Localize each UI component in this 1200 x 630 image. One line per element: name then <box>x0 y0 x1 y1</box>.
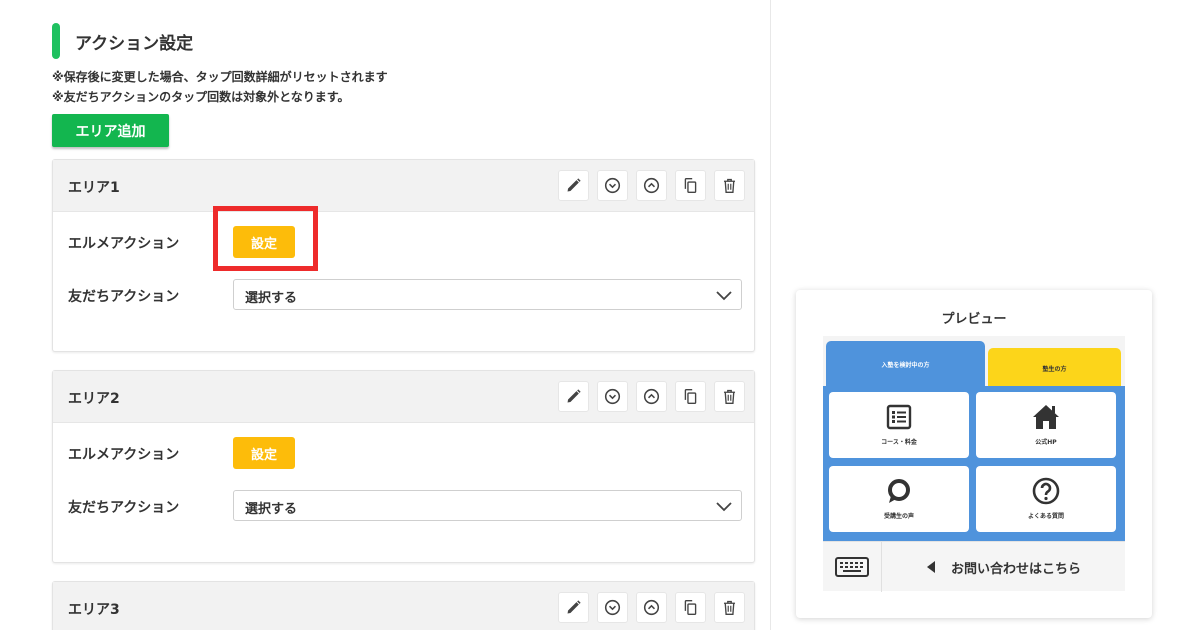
area-card-1: エリア1 エルメアクション 設定 友だちアクション 選択する <box>52 159 755 352</box>
area-header: エリア2 <box>53 371 754 423</box>
trash-icon <box>723 389 736 404</box>
trash-icon <box>723 600 736 615</box>
menu-card-official-hp[interactable]: 公式HP <box>976 392 1116 458</box>
menu-card-course[interactable]: コース・料金 <box>829 392 969 458</box>
move-down-button[interactable] <box>597 381 628 412</box>
elme-action-label: エルメアクション <box>68 447 180 463</box>
delete-button[interactable] <box>714 170 745 201</box>
contact-label: お問い合わせはこちら <box>950 561 1081 577</box>
question-circle-icon <box>1032 477 1060 505</box>
copy-icon <box>684 389 697 404</box>
copy-icon <box>684 178 697 193</box>
move-up-button[interactable] <box>636 592 667 623</box>
pencil-icon <box>567 600 581 614</box>
area-name: エリア3 <box>68 602 120 618</box>
area-header: エリア1 <box>53 160 754 212</box>
contact-button[interactable]: お問い合わせはこちら <box>883 542 1125 592</box>
select-value: 選択する <box>245 291 298 306</box>
preview-title: プレビュー <box>941 312 1007 327</box>
menu-card-voices[interactable]: 受講生の声 <box>829 466 969 532</box>
chevron-down-icon <box>716 502 732 512</box>
friend-action-label: 友だちアクション <box>68 289 180 305</box>
move-down-button[interactable] <box>597 592 628 623</box>
pencil-icon <box>567 178 581 192</box>
note-excluded: ※友だちアクションのタップ回数は対象外となります。 <box>52 90 350 104</box>
delete-button[interactable] <box>714 592 745 623</box>
preview-card: プレビュー 入塾を検討中の方 塾生の方 コース・料金 公式HP 受講生の声 よく… <box>796 290 1152 618</box>
menu-bottom-bar: お問い合わせはこちら <box>823 541 1125 592</box>
edit-button[interactable] <box>558 170 589 201</box>
menu-card-label: 受講生の声 <box>883 513 914 520</box>
chevron-up-circle-icon <box>643 599 660 616</box>
menu-grid: コース・料金 公式HP 受講生の声 よくある質問 <box>823 386 1125 541</box>
area-name: エリア2 <box>68 391 120 407</box>
delete-button[interactable] <box>714 381 745 412</box>
chevron-up-circle-icon <box>643 177 660 194</box>
highlight-box <box>213 206 318 271</box>
tab-students[interactable]: 塾生の方 <box>988 348 1121 388</box>
add-area-button[interactable]: エリア追加 <box>52 114 169 147</box>
friend-action-select[interactable]: 選択する <box>233 279 742 310</box>
trash-icon <box>723 178 736 193</box>
chevron-up-circle-icon <box>643 388 660 405</box>
edit-button[interactable] <box>558 381 589 412</box>
chevron-down-circle-icon <box>604 599 621 616</box>
menu-card-label: よくある質問 <box>1027 513 1064 520</box>
elme-action-set-button[interactable]: 設定 <box>233 437 295 469</box>
area-toolbar <box>558 592 745 623</box>
chevron-down-circle-icon <box>604 177 621 194</box>
note-reset: ※保存後に変更した場合、タップ回数詳細がリセットされます <box>52 70 388 84</box>
area-header: エリア3 <box>53 582 754 630</box>
tab-prospective[interactable]: 入塾を検討中の方 <box>826 341 985 388</box>
friend-action-select[interactable]: 選択する <box>233 490 742 521</box>
notes: ※保存後に変更した場合、タップ回数詳細がリセットされます ※友だちアクションのタ… <box>52 67 388 107</box>
area-name: エリア1 <box>68 180 120 196</box>
copy-button[interactable] <box>675 170 706 201</box>
keyboard-icon <box>835 557 869 577</box>
area-card-2: エリア2 エルメアクション 設定 友だちアクション 選択する <box>52 370 755 563</box>
move-up-button[interactable] <box>636 170 667 201</box>
menu-card-label: コース・料金 <box>881 439 917 446</box>
copy-button[interactable] <box>675 592 706 623</box>
edit-button[interactable] <box>558 592 589 623</box>
rich-menu-preview: 入塾を検討中の方 塾生の方 コース・料金 公式HP 受講生の声 よくある質問 お… <box>823 336 1125 592</box>
home-icon <box>1033 405 1059 429</box>
copy-button[interactable] <box>675 381 706 412</box>
select-value: 選択する <box>245 502 298 517</box>
friend-action-label: 友だちアクション <box>68 500 180 516</box>
area-card-3: エリア3 <box>52 581 755 630</box>
menu-card-label: 公式HP <box>1035 439 1057 446</box>
triangle-left-icon <box>926 561 935 573</box>
keyboard-toggle[interactable] <box>823 542 882 592</box>
pencil-icon <box>567 389 581 403</box>
action-settings-panel: アクション設定 ※保存後に変更した場合、タップ回数詳細がリセットされます ※友だ… <box>0 0 770 630</box>
section-accent-bar <box>52 23 60 59</box>
area-toolbar <box>558 381 745 412</box>
elme-action-label: エルメアクション <box>68 236 180 252</box>
list-icon <box>886 404 912 430</box>
copy-icon <box>684 600 697 615</box>
section-header: アクション設定 <box>52 23 193 59</box>
section-title: アクション設定 <box>75 33 194 54</box>
move-up-button[interactable] <box>636 381 667 412</box>
chat-bubble-icon <box>888 479 910 503</box>
chevron-down-circle-icon <box>604 388 621 405</box>
chevron-down-icon <box>716 291 732 301</box>
move-down-button[interactable] <box>597 170 628 201</box>
menu-card-faq[interactable]: よくある質問 <box>976 466 1116 532</box>
area-toolbar <box>558 170 745 201</box>
